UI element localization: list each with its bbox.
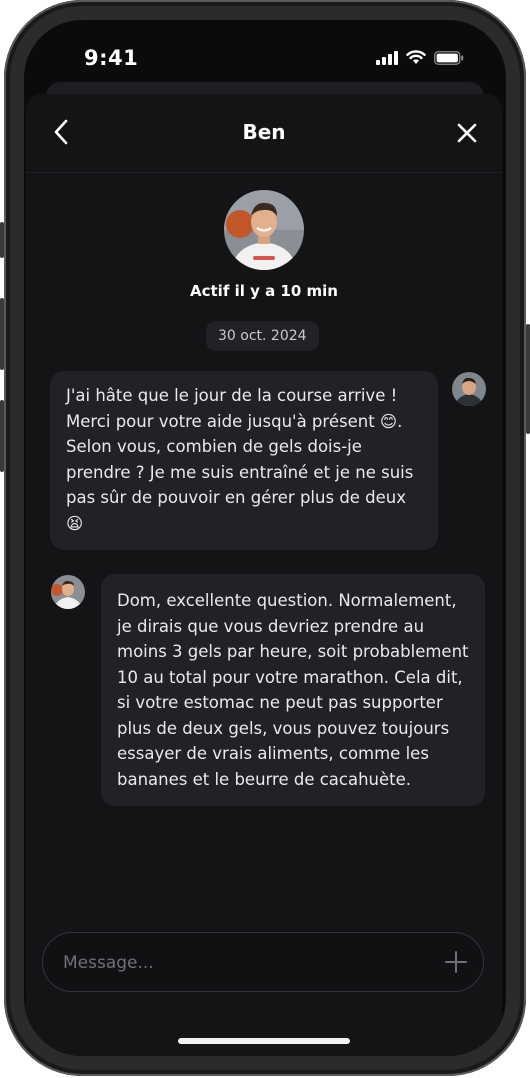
active-status: Actif il y a 10 min: [190, 282, 338, 300]
message-bubble-sent[interactable]: J'ai hâte que le jour de la course arriv…: [50, 371, 438, 550]
contact-avatar-small: [51, 575, 85, 609]
close-button[interactable]: [450, 116, 484, 150]
power-button: [526, 324, 530, 434]
chat-header: Ben: [26, 94, 502, 173]
battery-icon: [434, 50, 464, 65]
close-icon: [457, 123, 477, 143]
date-separator: 30 oct. 2024: [206, 321, 319, 351]
message-text: Dom, excellente question. Normalement, j…: [117, 591, 469, 789]
status-icons: [376, 50, 464, 65]
chat-title: Ben: [242, 120, 286, 144]
message-composer: [42, 932, 484, 993]
message-bubble-received[interactable]: Dom, excellente question. Normalement, j…: [101, 574, 485, 806]
cellular-signal-icon: [376, 50, 398, 65]
plus-icon: [445, 951, 467, 973]
status-time: 9:41: [84, 46, 139, 70]
volume-up-button: [0, 298, 4, 370]
message-text: J'ai hâte que le jour de la course arriv…: [66, 386, 414, 533]
contact-avatar[interactable]: [224, 190, 304, 270]
attach-button[interactable]: [441, 947, 471, 977]
coach-avatar-image-small: [51, 575, 85, 609]
screen: 9:41 Ben Actif il y a 10 min 30 oct. 202…: [24, 20, 506, 1056]
home-indicator[interactable]: [178, 1038, 350, 1044]
chat-sheet: Ben Actif il y a 10 min 30 oct. 2024 J'a…: [26, 94, 502, 1056]
user-avatar: [452, 372, 486, 406]
volume-down-button: [0, 400, 4, 472]
mute-switch: [0, 222, 4, 258]
wifi-icon: [406, 50, 426, 64]
user-avatar-image: [452, 372, 486, 406]
coach-avatar-image: [224, 190, 304, 270]
message-input[interactable]: [61, 933, 425, 993]
